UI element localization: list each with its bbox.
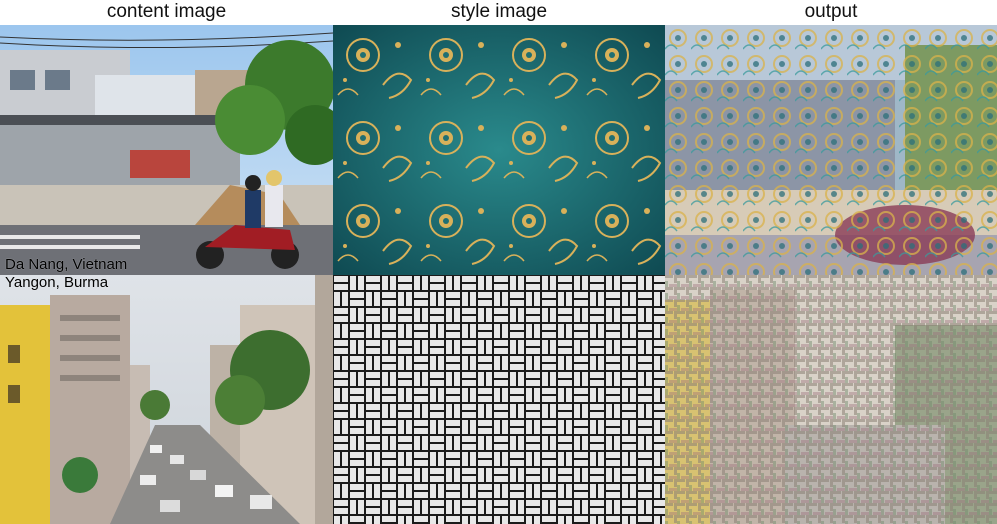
content-image-yangon: Yangon, Burma [0, 275, 333, 524]
content-image-da-nang: Da Nang, Vietnam [0, 25, 333, 275]
style-image-weave [333, 275, 665, 524]
output-image-da-nang [665, 25, 997, 275]
output-image-yangon [665, 275, 997, 524]
caption-da-nang: Da Nang, Vietnam [5, 256, 128, 273]
caption-yangon: Yangon, Burma [5, 275, 109, 291]
header-output: output [804, 1, 858, 22]
style-image-paisley [333, 25, 665, 275]
header-content-image: content image [106, 1, 227, 22]
figure-grid: content image style image output Da Nang… [0, 0, 997, 524]
header-style-image: style image [450, 1, 548, 22]
